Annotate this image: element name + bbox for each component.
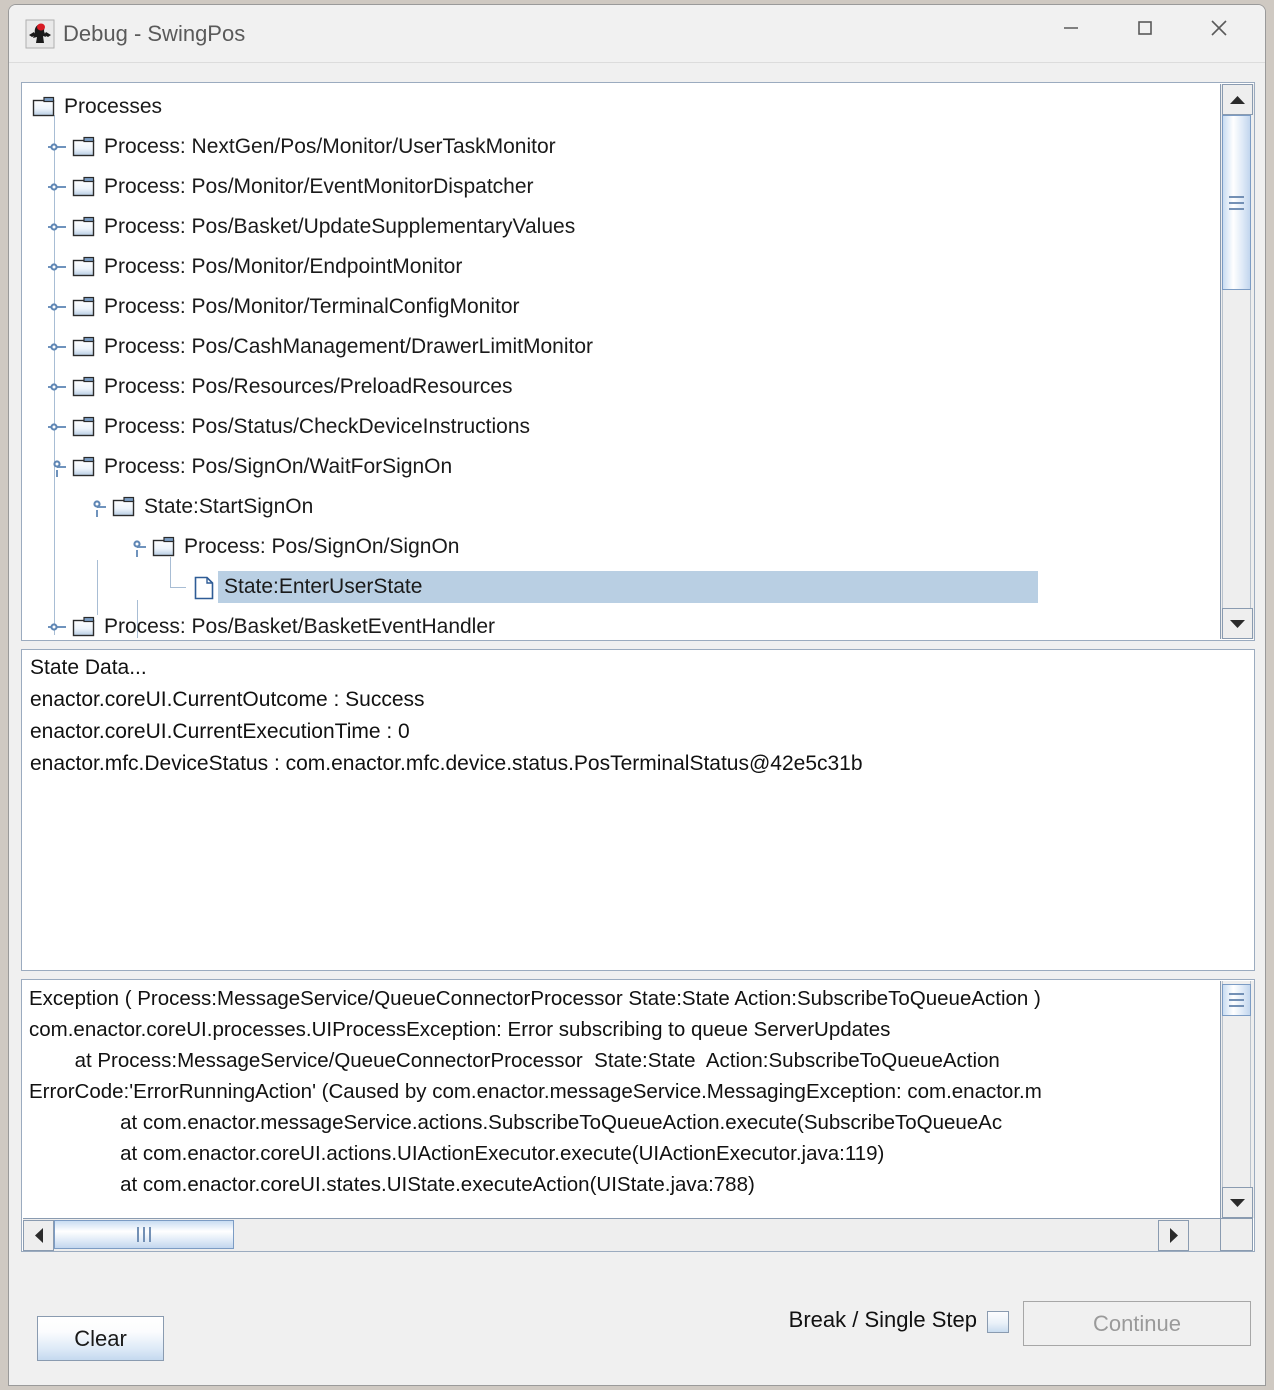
break-single-step-label: Break / Single Step (788, 1307, 977, 1332)
tree-node[interactable]: Process: Pos/SignOn/SignOn (152, 527, 463, 567)
title-bar[interactable]: Debug - SwingPos (9, 5, 1265, 63)
log-scroll-left-button[interactable] (23, 1220, 54, 1251)
folder-icon (72, 256, 96, 278)
maximize-button[interactable] (1113, 5, 1177, 51)
tree-node-label: Processes (64, 95, 163, 118)
tree-node-label: Process: Pos/Basket/BasketEventHandler (104, 615, 496, 638)
screen: Debug - SwingPos Processes Process: NextG… (0, 0, 1274, 1390)
exception-log-line: at com.enactor.coreUI.actions.UIActionEx… (29, 1142, 885, 1165)
tree-expand-handle[interactable] (46, 376, 68, 398)
tree-node[interactable]: Process: Pos/Monitor/EventMonitorDispatc… (72, 167, 538, 207)
tree-node-label: Process: Pos/CashManagement/DrawerLimitM… (104, 335, 594, 358)
tree-collapse-handle[interactable] (86, 496, 108, 518)
tree-expand-handle[interactable] (46, 616, 68, 638)
log-horizontal-scrollbar[interactable] (23, 1218, 1220, 1251)
window-content: Processes Process: NextGen/Pos/Monitor/Us… (9, 63, 1265, 1385)
tree-collapse-handle[interactable] (46, 456, 68, 478)
tree-expand-handle[interactable] (46, 216, 68, 238)
tree-node-label: State:StartSignOn (144, 495, 314, 518)
tree-node[interactable]: State:EnterUserState (192, 567, 432, 607)
tree-node[interactable]: State:StartSignOn (112, 487, 317, 527)
scrollbar-corner (1220, 1218, 1253, 1251)
state-data-line: enactor.coreUI.CurrentOutcome : Success (30, 688, 425, 711)
tree-expand-handle[interactable] (46, 416, 68, 438)
tree-node[interactable]: Process: Pos/Basket/BasketEventHandler (72, 607, 499, 638)
folder-icon (72, 376, 96, 398)
tree-expand-handle[interactable] (46, 296, 68, 318)
tree-node-label: Process: Pos/Status/CheckDeviceInstructi… (104, 415, 531, 438)
tree-expand-handle[interactable] (46, 256, 68, 278)
folder-icon (112, 496, 136, 518)
log-vertical-scrollbar[interactable] (1220, 981, 1254, 1218)
tree-collapse-handle[interactable] (126, 536, 148, 558)
scroll-down-button[interactable] (1222, 608, 1253, 639)
tree-node-label: Process: Pos/SignOn/SignOn (184, 535, 460, 558)
state-data-line: State Data... (30, 656, 147, 679)
folder-icon (152, 536, 176, 558)
exception-log-line: com.enactor.coreUI.processes.UIProcessEx… (29, 1018, 891, 1041)
tree-node-label: State:EnterUserState (224, 575, 423, 598)
folder-icon (72, 216, 96, 238)
tree-vertical-scrollbar[interactable] (1220, 84, 1254, 639)
tree-node-label: Process: Pos/Monitor/EventMonitorDispatc… (104, 175, 534, 198)
log-hscroll-thumb[interactable] (54, 1220, 234, 1249)
folder-icon (72, 456, 96, 478)
tree-node-label: Process: NextGen/Pos/Monitor/UserTaskMon… (104, 135, 556, 158)
tree-node-label: Process: Pos/Monitor/EndpointMonitor (104, 255, 463, 278)
log-vscroll-thumb[interactable] (1222, 984, 1251, 1016)
exception-log-text[interactable]: Exception ( Process:MessageService/Queue… (24, 982, 1219, 1217)
debug-window: Debug - SwingPos Processes Process: NextG… (8, 4, 1266, 1386)
tree-node-label: Process: Pos/Monitor/TerminalConfigMonit… (104, 295, 520, 318)
tree-node-label: Process: Pos/Basket/UpdateSupplementaryV… (104, 215, 576, 238)
scroll-up-button[interactable] (1222, 84, 1253, 115)
tree-node[interactable]: Process: Pos/Monitor/TerminalConfigMonit… (72, 287, 524, 327)
folder-icon (72, 136, 96, 158)
exception-log-line: Exception ( Process:MessageService/Queue… (29, 987, 1041, 1010)
log-scroll-right-button[interactable] (1158, 1220, 1189, 1251)
tree-node[interactable]: Process: Pos/SignOn/WaitForSignOn (72, 447, 456, 487)
tree-node[interactable]: Process: Pos/Status/CheckDeviceInstructi… (72, 407, 534, 447)
exception-log-line: at Process:MessageService/QueueConnector… (29, 1049, 1000, 1072)
process-tree[interactable]: Processes Process: NextGen/Pos/Monitor/Us… (24, 85, 1219, 638)
folder-icon (72, 616, 96, 638)
window-title: Debug - SwingPos (63, 21, 246, 46)
tree-node[interactable]: Process: NextGen/Pos/Monitor/UserTaskMon… (72, 127, 560, 167)
folder-icon (72, 176, 96, 198)
tree-scroll-thumb[interactable] (1222, 115, 1251, 290)
minimize-button[interactable] (1039, 5, 1103, 51)
tree-expand-handle[interactable] (46, 336, 68, 358)
folder-icon (32, 96, 56, 118)
break-single-step-checkbox[interactable] (987, 1311, 1009, 1333)
tree-node[interactable]: Process: Pos/Resources/PreloadResources (72, 367, 517, 407)
clear-button[interactable]: Clear (37, 1316, 164, 1361)
tree-expand-handle[interactable] (46, 176, 68, 198)
exception-log-line: at com.enactor.coreUI.states.UIState.exe… (29, 1173, 755, 1196)
exception-log-line: at com.enactor.messageService.actions.Su… (29, 1111, 1003, 1134)
tree-node[interactable]: Process: Pos/CashManagement/DrawerLimitM… (72, 327, 597, 367)
continue-button[interactable]: Continue (1023, 1301, 1251, 1346)
java-duke-icon (25, 19, 55, 49)
state-data-line: enactor.mfc.DeviceStatus : com.enactor.m… (30, 752, 863, 775)
state-data-line: enactor.coreUI.CurrentExecutionTime : 0 (30, 720, 410, 743)
tree-node[interactable]: Processes (32, 87, 166, 127)
folder-icon (72, 336, 96, 358)
tree-connector (170, 557, 171, 587)
tree-node-label: Process: Pos/SignOn/WaitForSignOn (104, 455, 453, 478)
tree-node[interactable]: Process: Pos/Basket/UpdateSupplementaryV… (72, 207, 579, 247)
exception-log-line: ErrorCode:'ErrorRunningAction' (Caused b… (29, 1080, 1042, 1103)
log-scroll-down-button[interactable] (1222, 1187, 1253, 1218)
close-button[interactable] (1187, 5, 1251, 51)
document-icon (192, 576, 216, 600)
exception-log-panel: Exception ( Process:MessageService/Queue… (21, 979, 1255, 1252)
folder-icon (72, 416, 96, 438)
tree-node[interactable]: Process: Pos/Monitor/EndpointMonitor (72, 247, 466, 287)
state-data-panel[interactable]: State Data... enactor.coreUI.CurrentOutco… (21, 649, 1255, 971)
process-tree-panel: Processes Process: NextGen/Pos/Monitor/Us… (21, 82, 1255, 641)
tree-expand-handle[interactable] (46, 136, 68, 158)
tree-connector (170, 587, 186, 588)
tree-node-label: Process: Pos/Resources/PreloadResources (104, 375, 513, 398)
folder-icon (72, 296, 96, 318)
